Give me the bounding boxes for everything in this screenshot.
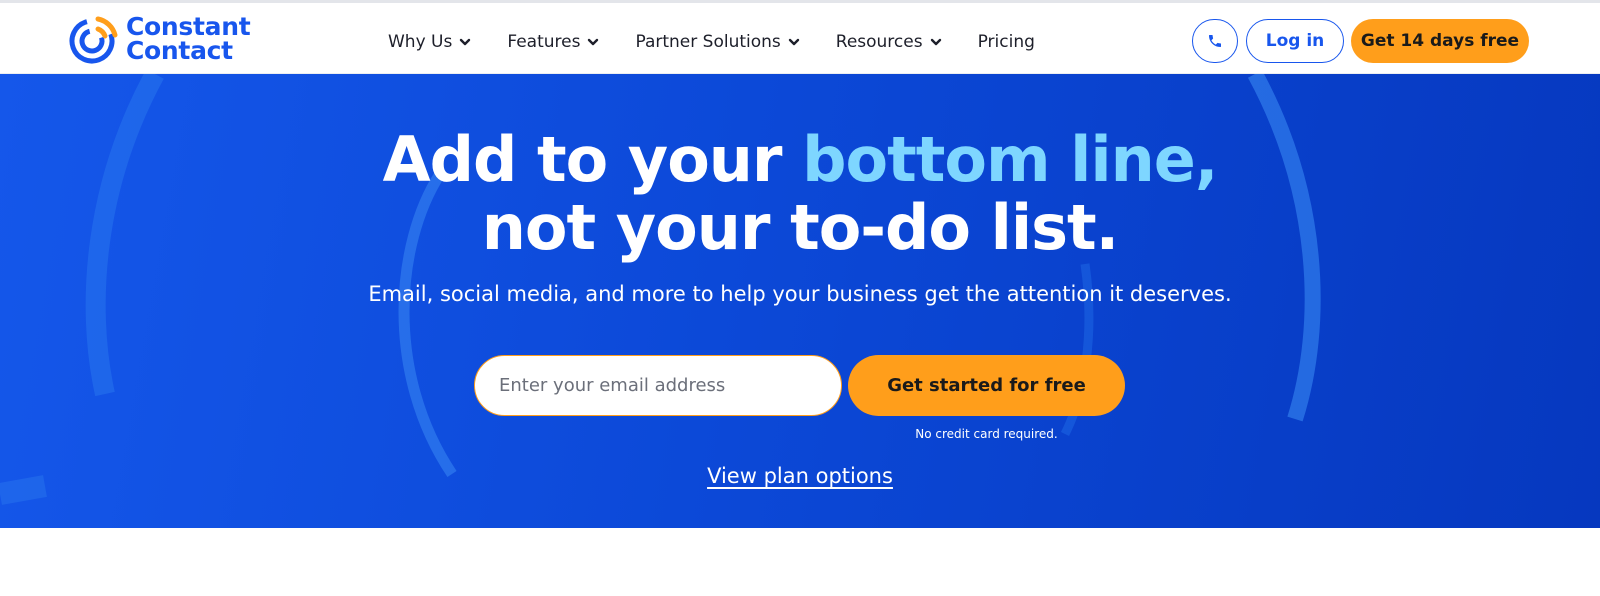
chevron-down-icon (788, 38, 799, 45)
chevron-down-icon (588, 38, 599, 45)
headline-line-2: not your to-do list. (481, 191, 1119, 264)
nav-item-partner-solutions[interactable]: Partner Solutions (635, 32, 799, 52)
nav-item-features[interactable]: Features (507, 32, 599, 52)
hero-subheadline: Email, social media, and more to help yo… (368, 282, 1232, 306)
login-button[interactable]: Log in (1246, 19, 1344, 63)
logo-line-2: Contact (126, 36, 233, 65)
site-header: Constant Contact Why Us Features Partner… (0, 3, 1600, 74)
headline-part-1: Add to your (382, 123, 803, 196)
logo-wordmark: Constant Contact (126, 14, 251, 65)
view-plan-options-link[interactable]: View plan options (0, 464, 1600, 488)
chevron-down-icon (460, 38, 471, 45)
nav-item-label: Why Us (388, 31, 453, 52)
nav-item-pricing[interactable]: Pricing (978, 32, 1035, 52)
main-nav: Why Us Features Partner Solutions Resour… (388, 6, 1071, 77)
email-input[interactable] (474, 355, 842, 416)
headline-accent: bottom line, (802, 123, 1218, 196)
phone-button[interactable] (1192, 19, 1238, 63)
no-credit-card-note: No credit card required. (915, 427, 1058, 441)
get-started-button[interactable]: Get started for free (848, 355, 1125, 416)
constant-contact-logo[interactable]: Constant Contact (68, 12, 258, 66)
nav-item-label: Features (507, 31, 581, 52)
nav-item-label: Partner Solutions (635, 31, 781, 52)
phone-icon (1209, 35, 1221, 47)
hero-headline: Add to your bottom line, not your to-do … (0, 126, 1600, 262)
free-trial-button[interactable]: Get 14 days free (1351, 19, 1529, 63)
hero-section: Add to your bottom line, not your to-do … (0, 74, 1600, 528)
nav-item-resources[interactable]: Resources (836, 32, 942, 52)
chevron-down-icon (930, 38, 941, 45)
constant-contact-logo-icon (69, 16, 118, 64)
nav-item-why-us[interactable]: Why Us (388, 32, 471, 52)
nav-item-label: Resources (835, 31, 923, 52)
nav-item-label: Pricing (977, 31, 1035, 52)
